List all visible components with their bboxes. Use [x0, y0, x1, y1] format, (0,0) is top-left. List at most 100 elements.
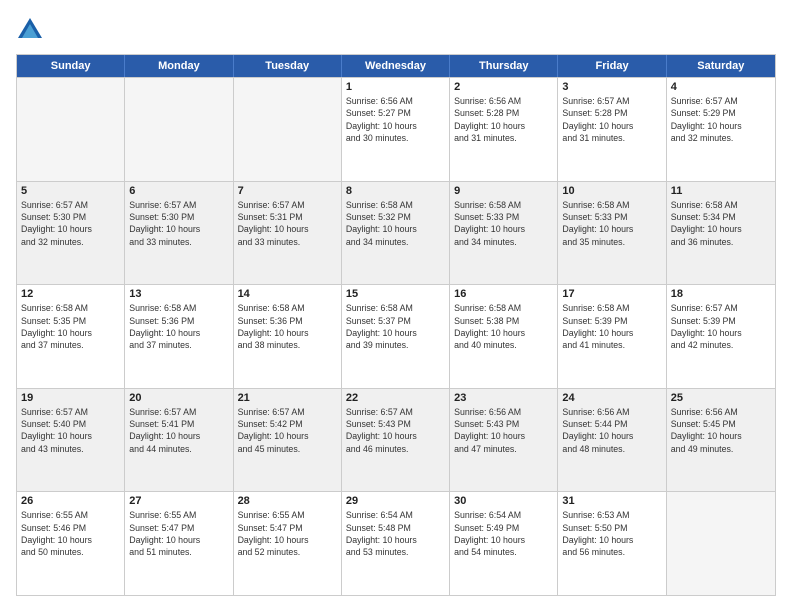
day-number: 14 [238, 288, 337, 300]
cal-cell: 1 Sunrise: 6:56 AM Sunset: 5:27 PM Daylig… [342, 78, 450, 181]
day-number: 3 [562, 81, 661, 93]
calendar: SundayMondayTuesdayWednesdayThursdayFrid… [16, 54, 776, 596]
cal-cell: 12Sunrise: 6:58 AM Sunset: 5:35 PM Dayli… [17, 285, 125, 388]
day-number: 18 [671, 288, 771, 300]
day-number: 1 [346, 81, 445, 93]
day-number: 6 [129, 185, 228, 197]
day-number: 17 [562, 288, 661, 300]
cal-cell [234, 78, 342, 181]
cal-cell: 11Sunrise: 6:58 AM Sunset: 5:34 PM Dayli… [667, 182, 775, 285]
cal-cell: 21 Sunrise: 6:57 AM Sunset: 5:42 PM Dayli… [234, 389, 342, 492]
cal-cell: 15 Sunrise: 6:58 AM Sunset: 5:37 PM Dayli… [342, 285, 450, 388]
cal-cell: 28Sunrise: 6:55 AM Sunset: 5:47 PM Dayli… [234, 492, 342, 595]
logo-icon [16, 16, 44, 44]
cal-cell [17, 78, 125, 181]
cal-cell: 17 Sunrise: 6:58 AM Sunset: 5:39 PM Dayli… [558, 285, 666, 388]
day-number: 9 [454, 185, 553, 197]
header-cell-monday: Monday [125, 55, 233, 77]
cal-cell: 18 Sunrise: 6:57 AM Sunset: 5:39 PM Dayli… [667, 285, 775, 388]
cal-cell: 22Sunrise: 6:57 AM Sunset: 5:43 PM Dayli… [342, 389, 450, 492]
cal-cell: 7 Sunrise: 6:57 AM Sunset: 5:31 PM Daylig… [234, 182, 342, 285]
day-number: 5 [21, 185, 120, 197]
header-cell-saturday: Saturday [667, 55, 775, 77]
cal-cell: 27 Sunrise: 6:55 AM Sunset: 5:47 PM Dayli… [125, 492, 233, 595]
day-info: Sunrise: 6:55 AM Sunset: 5:46 PM Dayligh… [21, 509, 120, 558]
header-cell-thursday: Thursday [450, 55, 558, 77]
day-info: Sunrise: 6:57 AM Sunset: 5:29 PM Dayligh… [671, 95, 771, 144]
day-number: 2 [454, 81, 553, 93]
day-info: Sunrise: 6:56 AM Sunset: 5:27 PM Dayligh… [346, 95, 445, 144]
day-number: 24 [562, 392, 661, 404]
day-info: Sunrise: 6:56 AM Sunset: 5:43 PM Dayligh… [454, 406, 553, 455]
day-info: Sunrise: 6:57 AM Sunset: 5:30 PM Dayligh… [21, 199, 120, 248]
day-info: Sunrise: 6:58 AM Sunset: 5:36 PM Dayligh… [238, 302, 337, 351]
cal-cell: 5 Sunrise: 6:57 AM Sunset: 5:30 PM Daylig… [17, 182, 125, 285]
day-number: 25 [671, 392, 771, 404]
cal-cell: 20 Sunrise: 6:57 AM Sunset: 5:41 PM Dayli… [125, 389, 233, 492]
header-cell-wednesday: Wednesday [342, 55, 450, 77]
calendar-row-1: 5 Sunrise: 6:57 AM Sunset: 5:30 PM Daylig… [17, 181, 775, 285]
calendar-row-3: 19 Sunrise: 6:57 AM Sunset: 5:40 PM Dayli… [17, 388, 775, 492]
day-number: 19 [21, 392, 120, 404]
day-number: 26 [21, 495, 120, 507]
day-number: 22 [346, 392, 445, 404]
logo [16, 16, 48, 44]
day-info: Sunrise: 6:58 AM Sunset: 5:39 PM Dayligh… [562, 302, 661, 351]
cal-cell [125, 78, 233, 181]
cal-cell: 9 Sunrise: 6:58 AM Sunset: 5:33 PM Daylig… [450, 182, 558, 285]
day-number: 31 [562, 495, 661, 507]
calendar-row-4: 26 Sunrise: 6:55 AM Sunset: 5:46 PM Dayli… [17, 491, 775, 595]
day-info: Sunrise: 6:53 AM Sunset: 5:50 PM Dayligh… [562, 509, 661, 558]
calendar-body: 1 Sunrise: 6:56 AM Sunset: 5:27 PM Daylig… [17, 77, 775, 595]
day-number: 28 [238, 495, 337, 507]
day-info: Sunrise: 6:57 AM Sunset: 5:30 PM Dayligh… [129, 199, 228, 248]
header-cell-sunday: Sunday [17, 55, 125, 77]
cal-cell: 6 Sunrise: 6:57 AM Sunset: 5:30 PM Daylig… [125, 182, 233, 285]
cal-cell: 8 Sunrise: 6:58 AM Sunset: 5:32 PM Daylig… [342, 182, 450, 285]
day-info: Sunrise: 6:58 AM Sunset: 5:35 PM Dayligh… [21, 302, 120, 351]
cal-cell: 14 Sunrise: 6:58 AM Sunset: 5:36 PM Dayli… [234, 285, 342, 388]
cal-cell: 24 Sunrise: 6:56 AM Sunset: 5:44 PM Dayli… [558, 389, 666, 492]
cal-cell: 2 Sunrise: 6:56 AM Sunset: 5:28 PM Daylig… [450, 78, 558, 181]
calendar-row-0: 1 Sunrise: 6:56 AM Sunset: 5:27 PM Daylig… [17, 77, 775, 181]
cal-cell: 16 Sunrise: 6:58 AM Sunset: 5:38 PM Dayli… [450, 285, 558, 388]
cal-cell: 13Sunrise: 6:58 AM Sunset: 5:36 PM Dayli… [125, 285, 233, 388]
day-number: 30 [454, 495, 553, 507]
cal-cell: 30 Sunrise: 6:54 AM Sunset: 5:49 PM Dayli… [450, 492, 558, 595]
day-number: 20 [129, 392, 228, 404]
cal-cell: 19 Sunrise: 6:57 AM Sunset: 5:40 PM Dayli… [17, 389, 125, 492]
day-number: 10 [562, 185, 661, 197]
header-cell-friday: Friday [558, 55, 666, 77]
day-number: 23 [454, 392, 553, 404]
day-info: Sunrise: 6:58 AM Sunset: 5:33 PM Dayligh… [454, 199, 553, 248]
day-number: 15 [346, 288, 445, 300]
day-info: Sunrise: 6:58 AM Sunset: 5:32 PM Dayligh… [346, 199, 445, 248]
day-number: 16 [454, 288, 553, 300]
cal-cell: 29Sunrise: 6:54 AM Sunset: 5:48 PM Dayli… [342, 492, 450, 595]
day-info: Sunrise: 6:57 AM Sunset: 5:31 PM Dayligh… [238, 199, 337, 248]
calendar-header: SundayMondayTuesdayWednesdayThursdayFrid… [17, 55, 775, 77]
day-info: Sunrise: 6:58 AM Sunset: 5:37 PM Dayligh… [346, 302, 445, 351]
day-number: 7 [238, 185, 337, 197]
day-info: Sunrise: 6:55 AM Sunset: 5:47 PM Dayligh… [129, 509, 228, 558]
cal-cell: 31 Sunrise: 6:53 AM Sunset: 5:50 PM Dayli… [558, 492, 666, 595]
cal-cell: 10Sunrise: 6:58 AM Sunset: 5:33 PM Dayli… [558, 182, 666, 285]
day-info: Sunrise: 6:57 AM Sunset: 5:28 PM Dayligh… [562, 95, 661, 144]
day-info: Sunrise: 6:56 AM Sunset: 5:44 PM Dayligh… [562, 406, 661, 455]
day-info: Sunrise: 6:58 AM Sunset: 5:38 PM Dayligh… [454, 302, 553, 351]
cal-cell [667, 492, 775, 595]
day-info: Sunrise: 6:54 AM Sunset: 5:49 PM Dayligh… [454, 509, 553, 558]
day-number: 21 [238, 392, 337, 404]
day-info: Sunrise: 6:57 AM Sunset: 5:40 PM Dayligh… [21, 406, 120, 455]
day-info: Sunrise: 6:57 AM Sunset: 5:42 PM Dayligh… [238, 406, 337, 455]
day-info: Sunrise: 6:57 AM Sunset: 5:39 PM Dayligh… [671, 302, 771, 351]
header-cell-tuesday: Tuesday [234, 55, 342, 77]
day-info: Sunrise: 6:56 AM Sunset: 5:28 PM Dayligh… [454, 95, 553, 144]
day-number: 8 [346, 185, 445, 197]
day-info: Sunrise: 6:58 AM Sunset: 5:34 PM Dayligh… [671, 199, 771, 248]
calendar-row-2: 12Sunrise: 6:58 AM Sunset: 5:35 PM Dayli… [17, 284, 775, 388]
day-number: 27 [129, 495, 228, 507]
day-info: Sunrise: 6:57 AM Sunset: 5:41 PM Dayligh… [129, 406, 228, 455]
cal-cell: 25Sunrise: 6:56 AM Sunset: 5:45 PM Dayli… [667, 389, 775, 492]
day-number: 29 [346, 495, 445, 507]
